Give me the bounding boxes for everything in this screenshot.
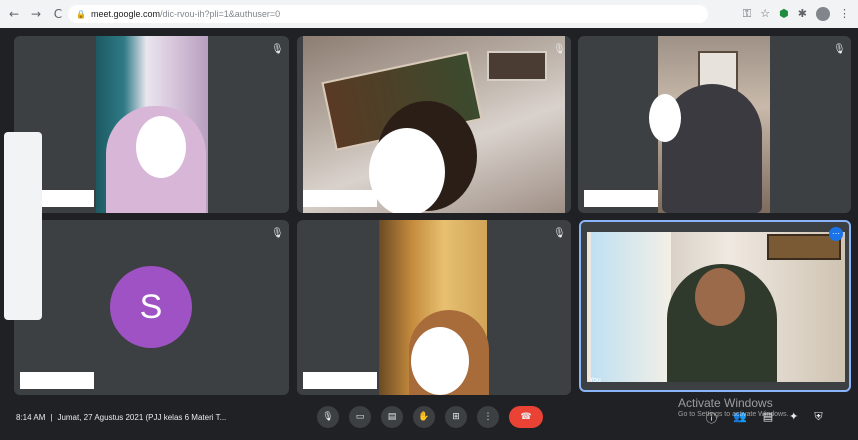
- url-path: /dic-rvou-ih?pli=1&authuser=0: [160, 9, 281, 19]
- address-bar[interactable]: 🔒 meet.google.com /dic-rvou-ih?pli=1&aut…: [68, 5, 708, 23]
- mic-muted-icon: 🎙: [271, 228, 284, 239]
- participant-face: [695, 268, 745, 326]
- puzzle-icon[interactable]: ✱: [798, 5, 807, 23]
- background-object: [487, 51, 547, 81]
- face-redaction: [411, 327, 469, 395]
- extension-icon[interactable]: ⬢: [779, 5, 789, 23]
- meeting-time: 8:14 AM: [16, 413, 46, 422]
- face-redaction: [369, 128, 445, 213]
- key-icon[interactable]: ⚿: [743, 5, 751, 23]
- call-controls: 🎙 ▭ ▤ ✋ ⊞ ⋮ ☎: [317, 406, 543, 428]
- more-options-icon[interactable]: ⋯: [829, 227, 843, 241]
- mic-muted-icon: 🎙: [271, 44, 284, 55]
- name-redaction: [584, 190, 658, 207]
- face-redaction: [649, 94, 681, 142]
- activation-watermark: Activate Windows Go to Settings to activ…: [678, 396, 789, 418]
- meeting-title[interactable]: Jumat, 27 Agustus 2021 (PJJ kelas 6 Mate…: [57, 413, 226, 422]
- mic-muted-icon: 🎙: [553, 228, 566, 239]
- activities-icon[interactable]: ✦: [789, 410, 798, 426]
- browser-actions: ⚿ ☆ ⬢ ✱ ⋮: [743, 5, 850, 23]
- more-options-button[interactable]: ⋮: [477, 406, 499, 428]
- safety-icon[interactable]: ⛨: [814, 410, 822, 426]
- microphone-button[interactable]: 🎙: [317, 406, 339, 428]
- background-object: [591, 232, 671, 382]
- name-redaction: [20, 372, 94, 389]
- reload-icon[interactable]: C: [50, 6, 66, 22]
- self-label: You: [589, 377, 601, 384]
- forward-icon[interactable]: →: [28, 6, 44, 22]
- mic-muted-icon: 🎙: [553, 44, 566, 55]
- star-icon[interactable]: ☆: [760, 5, 770, 23]
- lock-icon: 🔒: [76, 9, 86, 19]
- captions-button[interactable]: ▤: [381, 406, 403, 428]
- present-button[interactable]: ⊞: [445, 406, 467, 428]
- name-redaction: [303, 372, 377, 389]
- back-icon[interactable]: ←: [6, 6, 22, 22]
- self-view-tile[interactable]: You ⋯: [579, 220, 851, 392]
- name-redaction: [303, 190, 377, 207]
- camera-button[interactable]: ▭: [349, 406, 371, 428]
- watermark-subtitle: Go to Settings to activate Windows.: [678, 411, 789, 418]
- url-host: meet.google.com: [90, 9, 161, 19]
- end-call-button[interactable]: ☎: [509, 406, 543, 428]
- watermark-title: Activate Windows: [678, 396, 773, 410]
- profile-icon[interactable]: [816, 7, 830, 21]
- menu-icon[interactable]: ⋮: [839, 5, 850, 23]
- participant-tile[interactable]: 🎙: [578, 36, 851, 213]
- side-panel: [4, 132, 42, 320]
- meeting-grid: 🎙 🎙 🎙 S 🎙 🎙 You ⋯: [0, 28, 858, 395]
- participant-tile[interactable]: 🎙: [297, 36, 571, 213]
- meeting-info: 8:14 AM | Jumat, 27 Agustus 2021 (PJJ kela…: [16, 413, 227, 422]
- mic-muted-icon: 🎙: [833, 44, 846, 55]
- participant-avatar: S: [110, 266, 192, 348]
- raise-hand-button[interactable]: ✋: [413, 406, 435, 428]
- participant-tile[interactable]: S 🎙: [14, 220, 289, 395]
- participant-tile[interactable]: 🎙: [297, 220, 571, 395]
- participant-tile[interactable]: 🎙: [14, 36, 289, 213]
- browser-toolbar: ← → C 🔒 meet.google.com /dic-rvou-ih?pli…: [0, 0, 858, 28]
- face-redaction: [136, 116, 186, 178]
